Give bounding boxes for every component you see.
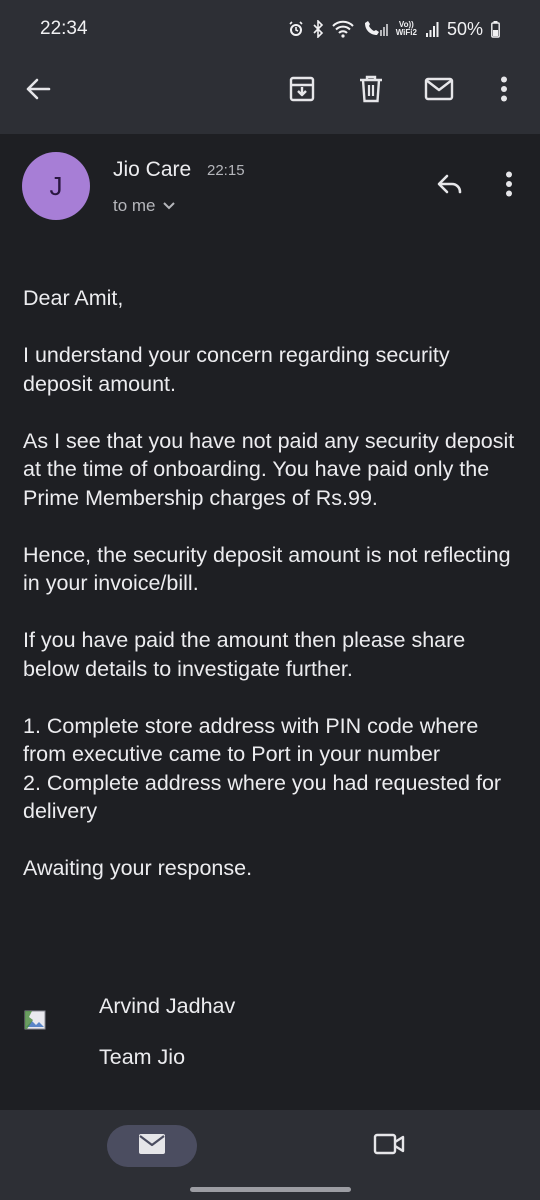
recipient-label: to me bbox=[113, 196, 156, 215]
meet-tab[interactable] bbox=[368, 1125, 410, 1167]
more-vert-icon[interactable] bbox=[480, 65, 528, 113]
archive-icon[interactable] bbox=[278, 65, 326, 113]
reply-icon[interactable] bbox=[426, 160, 474, 208]
battery-level: 50% bbox=[446, 18, 483, 39]
volte-indicator: Vo)) WiFi2 bbox=[396, 21, 417, 37]
avatar[interactable]: J bbox=[22, 152, 90, 220]
chevron-down-icon bbox=[162, 196, 176, 216]
status-time: 22:34 bbox=[40, 18, 88, 39]
gesture-bar[interactable] bbox=[190, 1187, 351, 1192]
signal-icon bbox=[425, 21, 439, 37]
message-body: Dear Amit, I understand your concern reg… bbox=[23, 284, 523, 911]
signature-team: Team Jio bbox=[99, 1045, 186, 1069]
wifi-icon bbox=[331, 20, 354, 38]
signature-name: Arvind Jadhav bbox=[99, 994, 236, 1018]
greeting: Dear Amit, bbox=[23, 286, 124, 310]
broken-image-icon bbox=[24, 1010, 46, 1030]
avatar-letter: J bbox=[49, 170, 63, 201]
body-paragraph: I understand your concern regarding secu… bbox=[23, 343, 450, 396]
mail-tab[interactable] bbox=[107, 1125, 197, 1167]
recipient-toggle[interactable]: to me bbox=[113, 196, 176, 216]
battery-icon bbox=[491, 20, 500, 38]
message-more-icon[interactable] bbox=[485, 160, 533, 208]
closing-line: Awaiting your response. bbox=[23, 856, 253, 880]
mail-icon bbox=[138, 1133, 166, 1160]
delete-icon[interactable] bbox=[347, 65, 395, 113]
body-paragraph: If you have paid the amount then please … bbox=[23, 628, 466, 681]
status-bar: 22:34 Vo)) WiFi2 50% bbox=[0, 0, 540, 60]
volte-bottom-label: WiFi2 bbox=[395, 28, 417, 37]
body-paragraph: As I see that you have not paid any secu… bbox=[23, 428, 515, 510]
alarm-icon bbox=[288, 21, 304, 37]
list-item: 2. Complete address where you had reques… bbox=[23, 770, 502, 824]
message-time: 22:15 bbox=[207, 162, 245, 179]
list-item: 1. Complete store address with PIN code … bbox=[23, 713, 479, 767]
body-paragraph: Hence, the security deposit amount is no… bbox=[23, 542, 511, 596]
video-icon bbox=[373, 1132, 405, 1161]
bluetooth-icon bbox=[312, 20, 324, 38]
app-bar bbox=[0, 60, 540, 134]
back-arrow-icon[interactable] bbox=[14, 65, 62, 113]
sender-name: Jio Care bbox=[113, 158, 192, 181]
wifi-calling-icon bbox=[362, 20, 388, 38]
mark-unread-icon[interactable] bbox=[415, 65, 463, 113]
status-icons: Vo)) WiFi2 50% bbox=[288, 16, 500, 42]
bottom-nav bbox=[0, 1110, 540, 1200]
